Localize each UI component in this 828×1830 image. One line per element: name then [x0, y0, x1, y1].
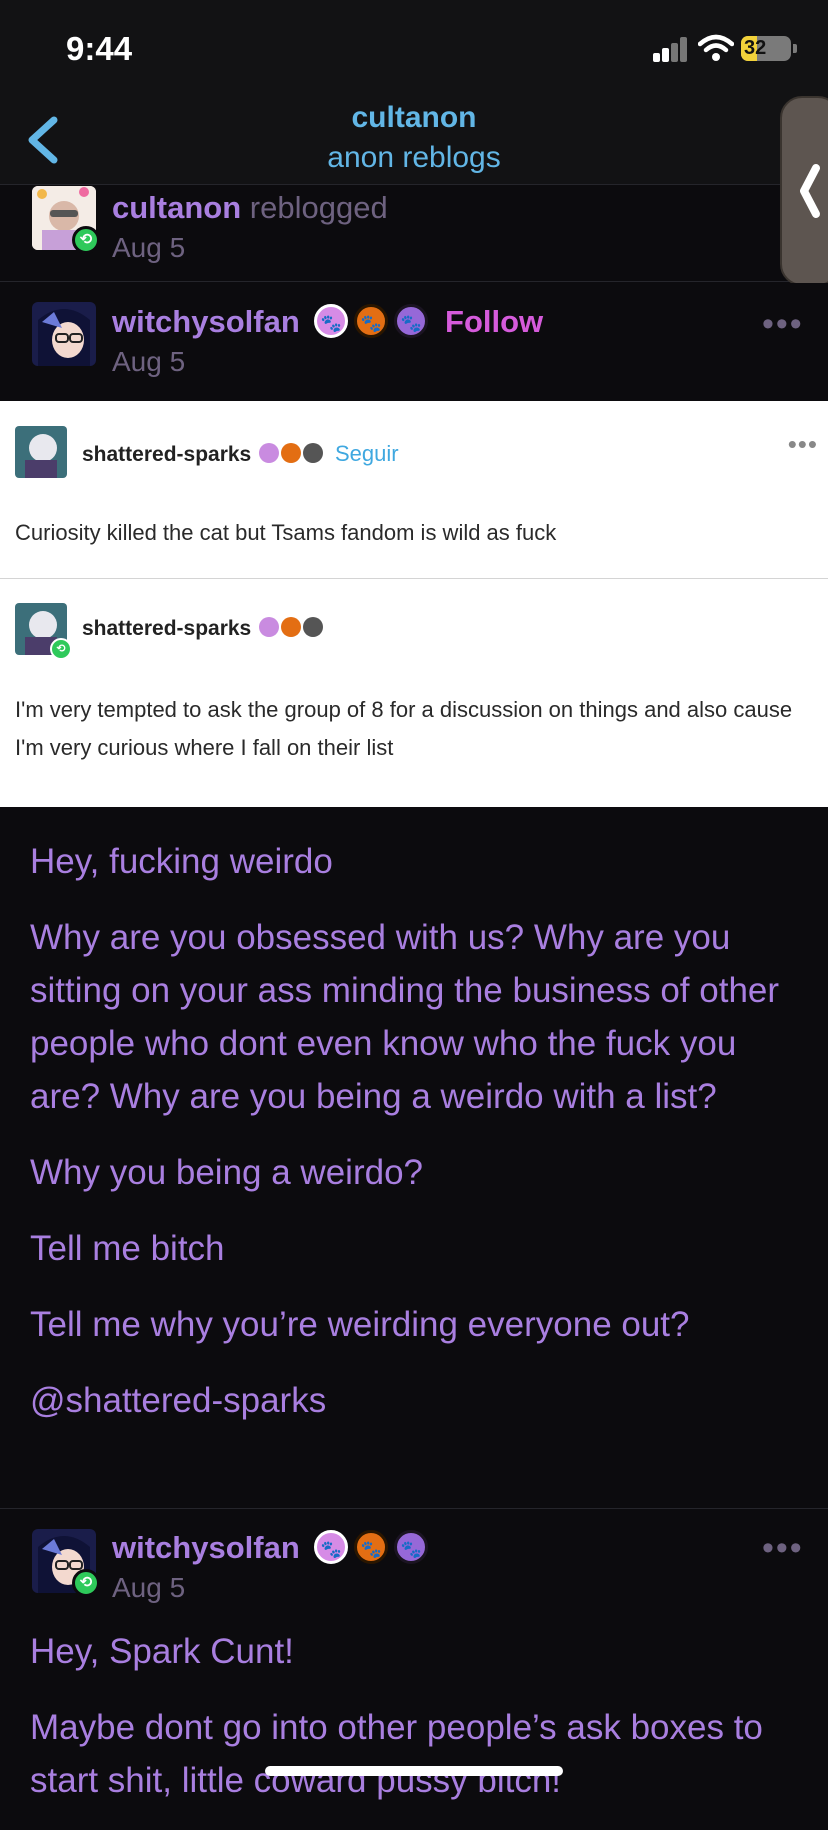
- shot-more-icon: •••: [787, 429, 818, 459]
- post-author[interactable]: witchysolfan: [112, 304, 300, 339]
- shot-divider: [0, 578, 828, 579]
- reply-header: ⟲ witchysolfan 🐾 🐾 🐾 Aug 5 •••: [0, 1509, 828, 1607]
- avatar-witchysolfan[interactable]: [32, 302, 96, 366]
- avatar-shattered-sparks: [15, 426, 67, 478]
- paw-badge-orange-icon: [281, 443, 302, 464]
- shot-post1-author-line: shattered-sparks Seguir: [82, 441, 399, 467]
- reply-author[interactable]: witchysolfan: [112, 1530, 300, 1565]
- shot-post2-author: shattered-sparks: [82, 617, 252, 640]
- reblog-date: Aug 5: [112, 232, 186, 263]
- body-paragraph: Hey, fucking weirdo: [30, 842, 333, 881]
- post-date: Aug 5: [112, 346, 186, 377]
- reblogger-name[interactable]: cultanon: [112, 190, 241, 225]
- nav-subtitle: anon reblogs: [327, 141, 501, 174]
- paw-badge-orange-icon: [281, 617, 302, 638]
- shot-follow-label: Seguir: [334, 441, 399, 466]
- paw-badge-pink-icon: [259, 443, 280, 464]
- shot-post2-text: I'm very tempted to ask the group of 8 f…: [15, 697, 793, 760]
- status-bar: 9:44 32: [0, 0, 828, 95]
- shot-post1-text: Curiosity killed the cat but Tsams fando…: [15, 520, 557, 545]
- reblog-action: reblogged: [249, 190, 388, 225]
- nav-header: cultanon anon reblogs: [0, 95, 828, 185]
- embedded-screenshot: shattered-sparks Seguir ••• Curiosity ki…: [0, 401, 828, 807]
- cellular-signal-icon: [653, 36, 689, 62]
- chevron-left-icon: [800, 164, 820, 218]
- battery-percent: 32: [744, 37, 767, 59]
- paw-badge-orange-icon: 🐾: [354, 1529, 389, 1564]
- reblog-icon: ⟲: [72, 226, 100, 254]
- paw-badge-purple-icon: [303, 617, 324, 638]
- shot-post2-author-line: shattered-sparks: [82, 617, 324, 641]
- reply-author-line: witchysolfan 🐾 🐾 🐾: [112, 1529, 429, 1567]
- shot-reblog-icon: ⟲: [50, 638, 72, 660]
- body-paragraph: Why you being a weirdo?: [30, 1153, 423, 1192]
- paw-badge-purple-icon: 🐾: [394, 303, 429, 338]
- more-options-button[interactable]: •••: [762, 305, 804, 344]
- reply-paragraph: Maybe dont go into other people’s ask bo…: [30, 1708, 763, 1800]
- post-header: witchysolfan 🐾 🐾 🐾 Follow Aug 5 •••: [0, 283, 828, 400]
- reblog-row: ⟲ cultanon reblogged Aug 5: [0, 186, 828, 282]
- paw-badge-purple-icon: 🐾: [394, 1529, 429, 1564]
- reply-date: Aug 5: [112, 1572, 186, 1603]
- body-paragraph: Tell me why you’re weirding everyone out…: [30, 1305, 690, 1344]
- post-body: Hey, fucking weirdo Why are you obsessed…: [30, 835, 800, 1450]
- reply-paragraph: Hey, Spark Cunt!: [30, 1632, 294, 1671]
- home-indicator[interactable]: [265, 1766, 563, 1776]
- post-author-line: witchysolfan 🐾 🐾 🐾 Follow: [112, 303, 543, 341]
- status-time: 9:44: [66, 30, 133, 67]
- wifi-icon: [698, 34, 734, 61]
- body-paragraph: Why are you obsessed with us? Why are yo…: [30, 918, 780, 1116]
- paw-badge-pink-icon: 🐾: [314, 1529, 349, 1564]
- paw-badge-pink-icon: [259, 617, 280, 638]
- paw-badge-purple-icon: [303, 443, 324, 464]
- body-paragraph: Tell me bitch: [30, 1229, 225, 1268]
- mention-link[interactable]: @shattered-sparks: [30, 1374, 800, 1427]
- paw-badge-orange-icon: 🐾: [354, 303, 389, 338]
- follow-button[interactable]: Follow: [445, 304, 543, 339]
- more-options-button[interactable]: •••: [762, 1529, 804, 1568]
- side-panel-handle[interactable]: [780, 96, 828, 286]
- nav-title[interactable]: cultanon: [0, 101, 828, 135]
- reply-body: Hey, Spark Cunt! Maybe dont go into othe…: [30, 1625, 800, 1830]
- reblogger-line: cultanon reblogged: [112, 190, 388, 226]
- paw-badge-pink-icon: 🐾: [314, 303, 349, 338]
- shot-post1-author: shattered-sparks: [82, 443, 252, 466]
- battery-icon: 32: [741, 36, 791, 61]
- reblog-icon: ⟲: [72, 1569, 100, 1597]
